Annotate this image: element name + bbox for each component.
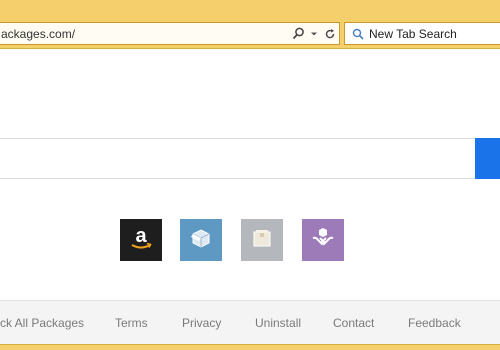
footer-link-contact[interactable]: Contact bbox=[333, 316, 374, 330]
refresh-icon[interactable] bbox=[323, 25, 337, 43]
chevron-down-icon[interactable] bbox=[307, 25, 321, 43]
box-label-icon bbox=[250, 226, 274, 255]
search-icon bbox=[349, 25, 367, 43]
magnifier-icon[interactable] bbox=[291, 25, 305, 43]
shortcut-tiles: a bbox=[120, 219, 345, 262]
browser-toolbar: ackages.com/ bbox=[0, 0, 500, 49]
tile-package[interactable] bbox=[180, 219, 222, 261]
address-url[interactable]: ackages.com/ bbox=[0, 27, 291, 41]
tile-package-gray[interactable] bbox=[241, 219, 283, 261]
page-search-button[interactable] bbox=[475, 138, 500, 179]
browser-search-box[interactable] bbox=[344, 22, 500, 45]
page-footer: ck All Packages Terms Privacy Uninstall … bbox=[0, 300, 500, 344]
footer-link-track-packages[interactable]: ck All Packages bbox=[0, 316, 84, 330]
footer-link-terms[interactable]: Terms bbox=[115, 316, 148, 330]
page-search-input[interactable] bbox=[0, 138, 476, 179]
footer-link-feedback[interactable]: Feedback bbox=[408, 316, 461, 330]
hand-box-icon bbox=[310, 225, 336, 256]
tile-delivery[interactable] bbox=[302, 219, 344, 261]
footer-link-uninstall[interactable]: Uninstall bbox=[255, 316, 301, 330]
amazon-logo-icon: a bbox=[126, 223, 156, 258]
browser-search-input[interactable] bbox=[369, 26, 489, 41]
footer-link-privacy[interactable]: Privacy bbox=[182, 316, 221, 330]
tile-amazon[interactable]: a bbox=[120, 219, 162, 261]
box-icon bbox=[189, 226, 213, 255]
address-bar[interactable]: ackages.com/ bbox=[0, 22, 340, 45]
browser-status-strip bbox=[0, 344, 500, 350]
svg-text:a: a bbox=[135, 225, 147, 247]
